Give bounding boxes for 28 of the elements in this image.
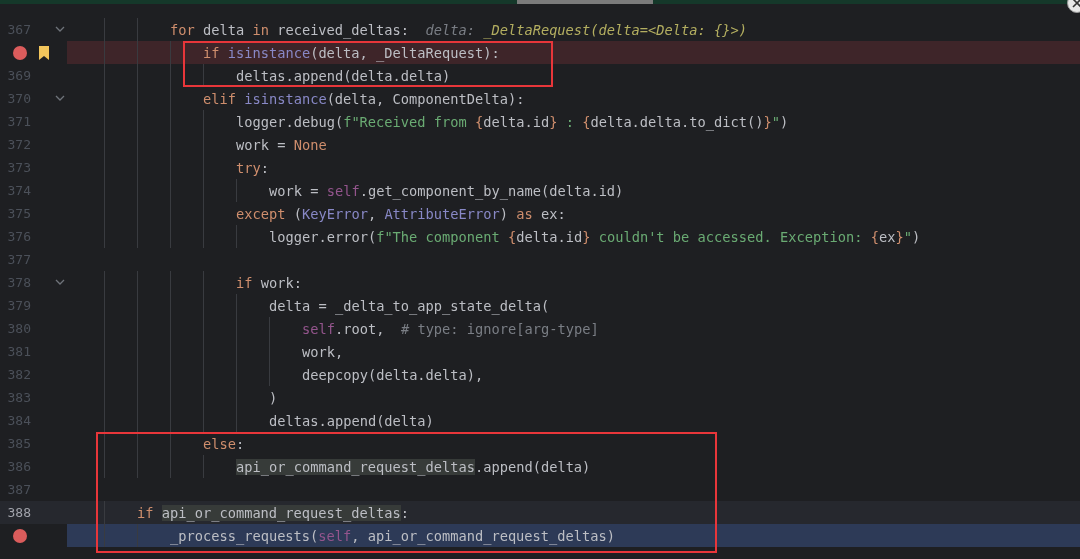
code-line: deltas.append(delta): [269, 412, 434, 429]
code-line: logger.error(f"The component {delta.id} couldn't be accessed. Exception: {ex}"): [269, 228, 921, 245]
code-line: delta = _delta_to_app_state_delta(: [269, 297, 550, 314]
code-line: for delta in received_deltas: delta: _DeltaRequest(delta=<Delta: {}>): [170, 21, 747, 38]
breakpoint-icon[interactable]: [13, 529, 27, 543]
code-line: elif isinstance(delta, ComponentDelta):: [203, 90, 525, 107]
code-line: ): [269, 389, 278, 406]
code-line: deltas.append(delta.delta): [236, 67, 451, 84]
code-line: except (KeyError, AttributeError) as ex:: [236, 205, 566, 222]
fold-icon[interactable]: [55, 94, 65, 102]
code-line: deepcopy(delta.delta),: [302, 366, 484, 383]
code-line: if api_or_command_request_deltas:: [137, 504, 409, 521]
code-line: work = None: [236, 136, 327, 153]
code-line: work = self.get_component_by_name(delta.id): [269, 182, 624, 199]
fold-icon[interactable]: [55, 278, 65, 286]
line-number: 388: [6, 505, 31, 520]
code-line: self.root, # type: ignore[arg-type]: [302, 320, 599, 337]
code-line: if work:: [236, 274, 302, 291]
code-line: work,: [302, 343, 344, 360]
code-line: else:: [203, 435, 245, 452]
code-line: if isinstance(delta, _DeltaRequest):: [203, 44, 500, 61]
bookmark-icon[interactable]: [38, 46, 50, 60]
code-line: try:: [236, 159, 269, 176]
code-line: api_or_command_request_deltas.append(delta): [236, 458, 591, 475]
code-line: _process_requests(self, api_or_command_request_deltas): [170, 527, 615, 544]
breakpoint-icon[interactable]: [13, 46, 27, 60]
fold-icon[interactable]: [55, 25, 65, 33]
code-line: logger.debug(f"Received from {delta.id} : {delta.delta.to_dict()}"): [236, 113, 789, 130]
